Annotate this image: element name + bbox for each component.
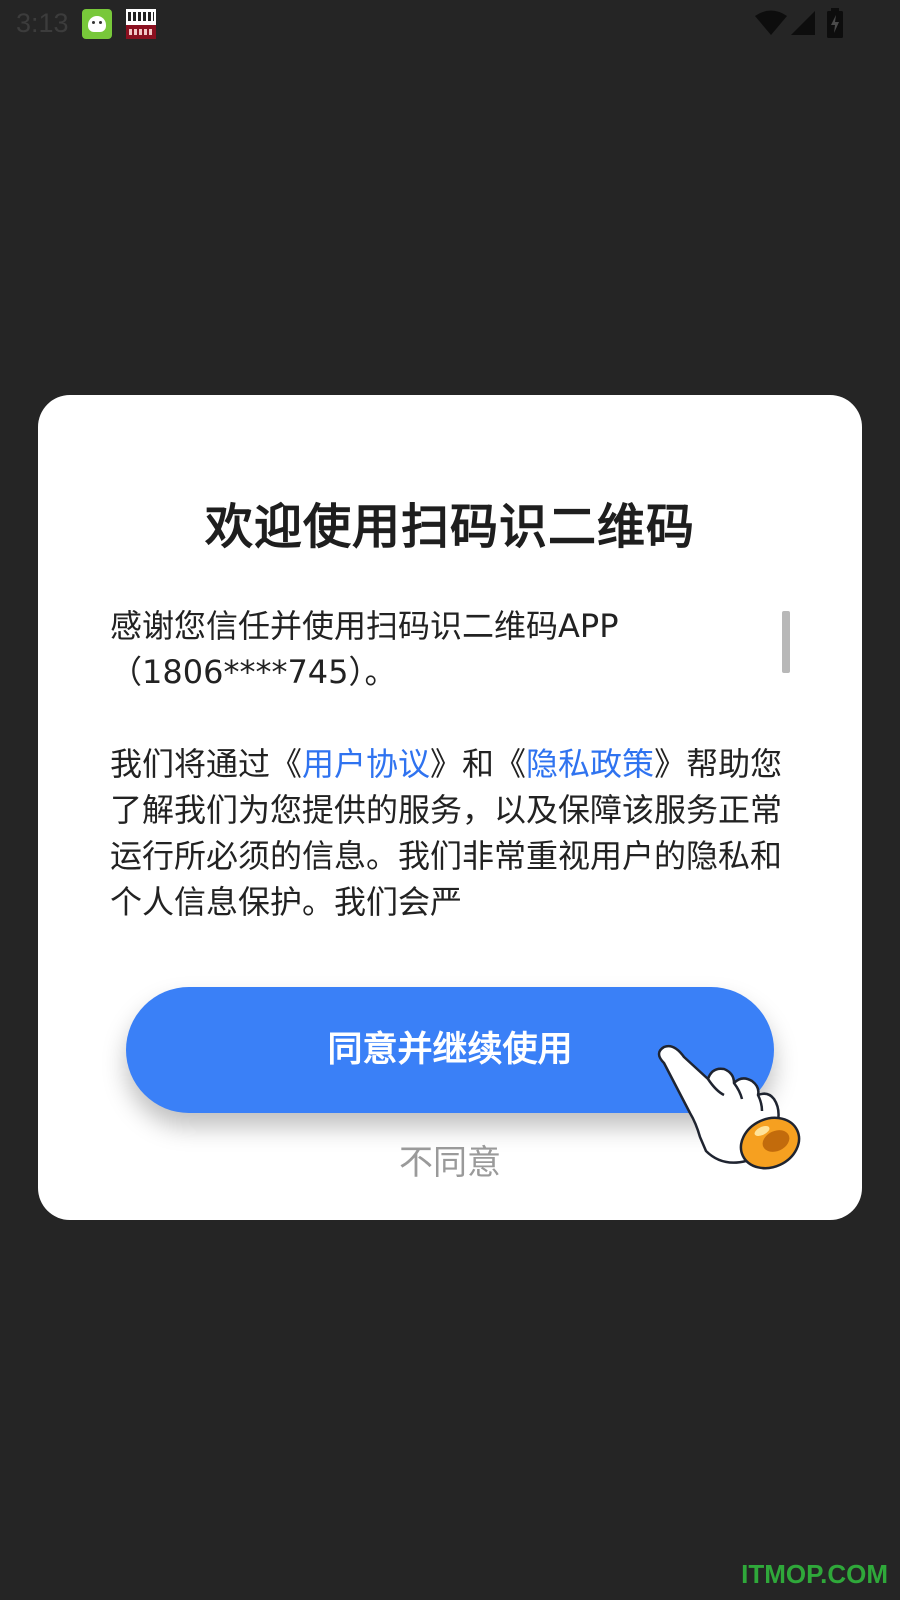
- disagree-button[interactable]: 不同意: [38, 1135, 862, 1184]
- policy-text-middle: 》和《: [430, 745, 527, 783]
- status-time: 3:13: [16, 8, 69, 38]
- status-bar: 3:13: [0, 0, 900, 48]
- privacy-dialog: 欢迎使用扫码识二维码 感谢您信任并使用扫码识二维码APP（1806****745…: [38, 395, 862, 1220]
- signal-icon: [791, 11, 815, 35]
- dialog-title: 欢迎使用扫码识二维码: [204, 499, 695, 555]
- user-agreement-link[interactable]: 用户协议: [302, 745, 430, 783]
- battery-charging-icon: [827, 8, 843, 38]
- app-mascot-icon: [82, 9, 112, 39]
- watermark: ITMOP.COM: [741, 1559, 888, 1589]
- privacy-policy-link[interactable]: 隐私政策: [526, 745, 654, 783]
- wifi-icon: [755, 10, 787, 35]
- intro-paragraph: 感谢您信任并使用扫码识二维码APP（1806****745）。: [110, 607, 619, 691]
- dialog-body[interactable]: 感谢您信任并使用扫码识二维码APP（1806****745）。 我们将通过《用户…: [110, 603, 800, 928]
- policy-text-start: 我们将通过《: [110, 745, 303, 783]
- scrollbar[interactable]: [782, 611, 790, 673]
- news-app-icon: [126, 9, 156, 39]
- policy-paragraph: 我们将通过《用户协议》和《隐私政策》帮助您了解我们为您提供的服务，以及保障该服务…: [110, 741, 800, 925]
